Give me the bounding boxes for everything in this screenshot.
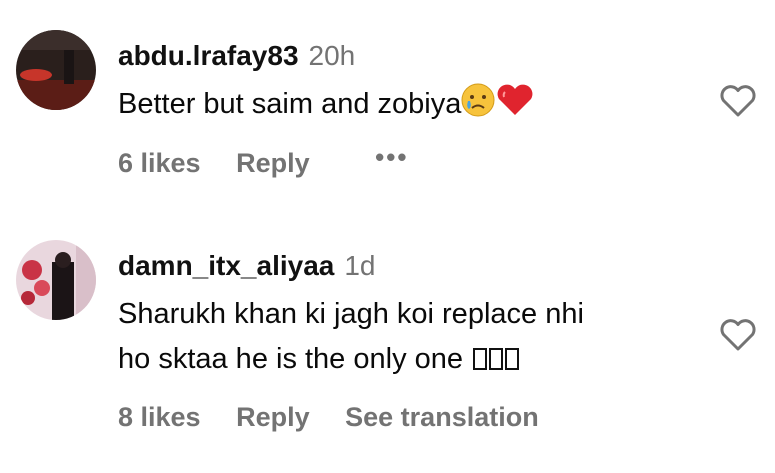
crying-face-icon (461, 83, 495, 131)
see-translation-button[interactable]: See translation (345, 402, 539, 433)
timestamp: 1d (344, 250, 376, 281)
timestamp: 20h (308, 40, 356, 71)
like-heart-icon[interactable] (719, 84, 757, 118)
avatar-photo (16, 240, 96, 320)
missing-glyph-icon (505, 348, 520, 370)
likes-count[interactable]: 8 likes (118, 402, 201, 433)
comment-text-line-2: ho sktaa he is the only one (118, 337, 584, 382)
comment-text-line: ho sktaa he is the only one (118, 343, 464, 375)
comment-text: Sharukh khan ki jagh koi replace nhi ho … (118, 292, 584, 382)
comment-actions: 6 likes Reply ••• (118, 142, 436, 179)
heart-icon (495, 83, 535, 131)
reply-button[interactable]: Reply (236, 148, 310, 179)
comment-text-line: Better but saim and zobiya (118, 88, 462, 120)
avatar[interactable] (16, 240, 96, 320)
comment-header: damn_itx_aliyaa 1d (118, 250, 376, 282)
username[interactable]: abdu.lrafay83 (118, 40, 299, 71)
comment-text: Better but saim and zobiya (118, 82, 535, 131)
comment-header: abdu.lrafay83 20h (118, 40, 355, 72)
avatar-photo (16, 30, 96, 110)
missing-glyph-icon (473, 348, 488, 370)
comment-text-line: Sharukh khan ki jagh koi replace nhi (118, 298, 584, 330)
like-heart-icon[interactable] (719, 318, 757, 352)
more-options-icon[interactable]: ••• (375, 142, 408, 173)
username[interactable]: damn_itx_aliyaa (118, 250, 334, 281)
avatar[interactable] (16, 30, 96, 110)
likes-count[interactable]: 6 likes (118, 148, 201, 179)
reply-button[interactable]: Reply (236, 402, 310, 433)
comment-actions: 8 likes Reply See translation (118, 402, 567, 433)
missing-glyph-icon (489, 348, 504, 370)
